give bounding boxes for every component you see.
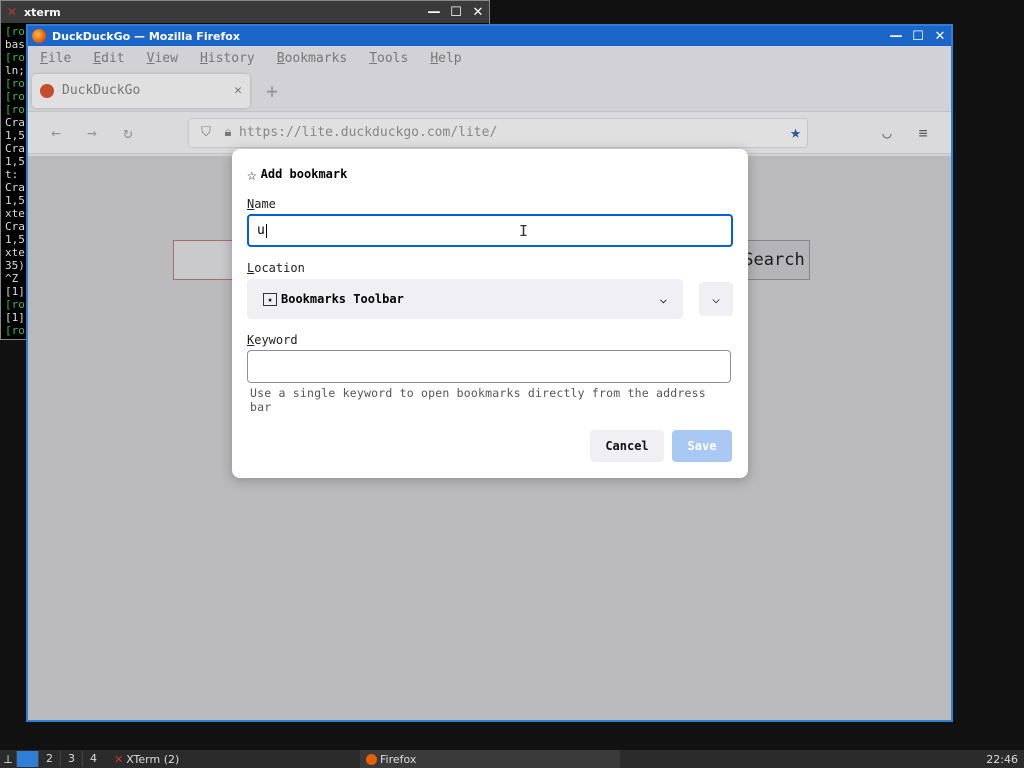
- workspace-1[interactable]: [16, 751, 38, 767]
- close-icon[interactable]: ✕: [467, 5, 489, 20]
- text-caret: [265, 223, 267, 238]
- bookmark-name-input[interactable]: u I: [247, 214, 733, 247]
- workspace-3[interactable]: 3: [60, 751, 82, 767]
- add-bookmark-dialog: ☆ Add bookmark Name u I Location ★ Bookm…: [232, 149, 748, 478]
- save-button[interactable]: Save: [672, 430, 732, 462]
- name-label: Name: [247, 197, 276, 211]
- clock: 22:46: [986, 752, 1018, 766]
- xterm-icon: ✕: [114, 752, 124, 766]
- xterm-icon: ✕: [6, 5, 18, 19]
- chevron-down-icon: ⌵: [712, 291, 720, 307]
- minimize-icon[interactable]: —: [423, 5, 445, 20]
- taskbar: ⊥ 2 3 4 ✕ XTerm (2) Firefox 22:46: [0, 750, 1024, 768]
- dialog-buttons: Cancel Save: [590, 430, 732, 462]
- window-title: DuckDuckGo — Mozilla Firefox: [52, 29, 240, 43]
- maximize-icon[interactable]: ☐: [907, 29, 929, 44]
- name-input-value: u: [257, 223, 265, 238]
- location-value: Bookmarks Toolbar: [281, 292, 404, 306]
- keyword-hint: Use a single keyword to open bookmarks d…: [250, 386, 706, 414]
- location-label: Location: [247, 261, 305, 275]
- keyword-input[interactable]: [247, 350, 731, 383]
- xterm-task-label: XTerm (2): [126, 752, 180, 766]
- close-icon[interactable]: ✕: [929, 29, 951, 44]
- firefox-logo-icon: [32, 29, 46, 43]
- location-select[interactable]: ★ Bookmarks Toolbar ⌵: [247, 279, 683, 319]
- workspace-2[interactable]: 2: [38, 751, 60, 767]
- cancel-button[interactable]: Cancel: [590, 430, 664, 462]
- location-row: ★ Bookmarks Toolbar ⌵ ⌵: [247, 279, 733, 319]
- maximize-icon[interactable]: ☐: [445, 5, 467, 20]
- xterm-title: xterm: [24, 5, 61, 19]
- firefox-titlebar[interactable]: DuckDuckGo — Mozilla Firefox — ☐ ✕: [28, 26, 951, 46]
- workspace-4[interactable]: 4: [82, 751, 104, 767]
- bookmarks-toolbar-icon: ★: [263, 292, 277, 306]
- expand-folder-tree-button[interactable]: ⌵: [699, 282, 733, 316]
- minimize-icon[interactable]: —: [885, 29, 907, 44]
- dialog-header: ☆ Add bookmark: [247, 164, 733, 184]
- chevron-down-icon: ⌵: [659, 292, 667, 306]
- ibeam-cursor-icon: I: [519, 222, 529, 240]
- firefox-task-label: Firefox: [380, 752, 417, 766]
- firefox-task-button[interactable]: Firefox: [360, 750, 620, 768]
- keyword-label: Keyword: [247, 333, 298, 347]
- start-menu-icon[interactable]: ⊥: [0, 753, 16, 766]
- xterm-titlebar[interactable]: ✕ xterm — ☐ ✕: [1, 1, 489, 23]
- firefox-logo-icon: [366, 753, 377, 765]
- dialog-title: Add bookmark: [260, 167, 348, 181]
- star-outline-icon: ☆: [247, 164, 257, 184]
- xterm-task-button[interactable]: ✕ XTerm (2): [114, 753, 179, 766]
